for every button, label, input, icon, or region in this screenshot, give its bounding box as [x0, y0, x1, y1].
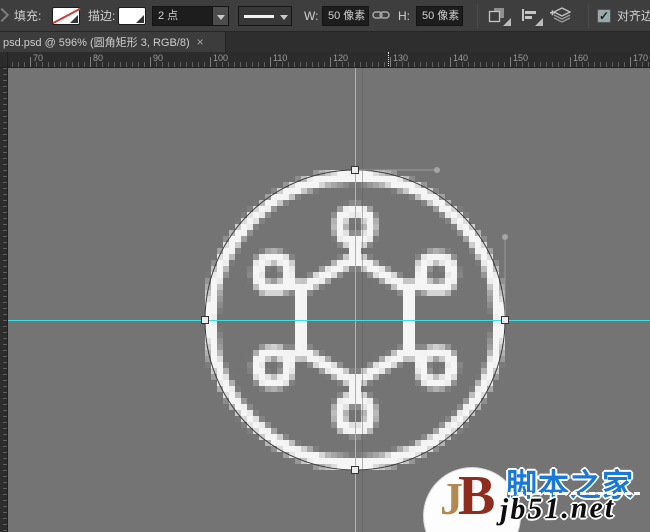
shape-width-input[interactable]: 50 像素: [322, 6, 369, 26]
horizontal-guide[interactable]: [8, 320, 650, 321]
ruler-number: 110: [273, 53, 288, 63]
chevron-down-icon: [136, 15, 144, 23]
ruler-major-tick: [210, 57, 211, 67]
stroke-swatch[interactable]: [118, 7, 146, 25]
chevron-down-icon: [217, 15, 225, 20]
logo-letter-b: B: [458, 465, 496, 527]
document-tab-title: psd.psd @ 596% (圆角矩形 3, RGB/8): [3, 37, 190, 49]
ruler-number: 80: [93, 53, 104, 63]
close-icon[interactable]: ×: [197, 32, 204, 52]
ruler-minor-ticks: [8, 62, 650, 67]
ruler-number: 140: [453, 53, 469, 63]
pixel-grid-line: [362, 68, 363, 532]
ruler-major-tick: [390, 57, 391, 67]
toolbar-separator: [477, 4, 478, 28]
path-arrangement-icon: [550, 7, 572, 23]
stroke-width-dropdown-button[interactable]: [212, 6, 229, 26]
horizontal-ruler[interactable]: 70 80 90 100 110 120 130 140 150 160 170: [8, 52, 650, 68]
ruler-major-tick: [270, 57, 271, 67]
ruler-number: 90: [153, 53, 164, 63]
ruler-number: 170: [633, 53, 649, 63]
ruler-major-tick: [450, 57, 451, 67]
document-canvas[interactable]: J B Script 脚本之家 jb51.net: [8, 68, 650, 532]
ruler-major-tick: [150, 57, 151, 67]
ruler-major-tick: [30, 57, 31, 67]
ruler-number: 100: [213, 53, 229, 63]
chevron-down-icon: [503, 18, 511, 26]
ruler-major-tick: [630, 57, 631, 67]
solid-line-icon: [244, 15, 274, 18]
toolbar-separator: [588, 4, 589, 28]
options-toolbar: 填充: 描边: 2 点 W: 50 像素 H: 50 像素 ✓ 对齐边: [0, 0, 650, 32]
ruler-number: 160: [573, 53, 589, 63]
width-label: W:: [304, 9, 319, 23]
tool-preset-partial-icon: [0, 7, 10, 23]
link-icon: [372, 11, 390, 19]
ruler-number: 130: [393, 53, 409, 63]
height-label: H:: [398, 9, 410, 23]
fill-swatch[interactable]: [52, 7, 81, 25]
align-edges-label: 对齐边缘: [617, 9, 650, 23]
chevron-down-icon: [70, 15, 78, 23]
ruler-major-tick: [90, 57, 91, 67]
ruler-cursor-indicator: [388, 52, 389, 67]
path-arrangement-button[interactable]: [548, 5, 576, 27]
shape-height-input[interactable]: 50 像素: [416, 6, 463, 26]
fill-label: 填充:: [14, 9, 42, 23]
path-operations-button[interactable]: [486, 5, 512, 27]
vertical-ruler[interactable]: [0, 68, 8, 532]
ruler-corner: [0, 52, 8, 68]
ruler-number: 70: [33, 53, 44, 63]
stroke-label: 描边:: [88, 9, 116, 23]
chevron-down-icon: [535, 18, 543, 26]
ruler-number: 120: [333, 53, 349, 63]
link-dimensions-button[interactable]: [370, 5, 392, 27]
stroke-width-input[interactable]: 2 点: [152, 6, 213, 26]
align-edges-checkbox[interactable]: ✓: [597, 9, 611, 23]
ruler-major-tick: [330, 57, 331, 67]
vertical-guide[interactable]: [355, 68, 356, 532]
path-alignment-button[interactable]: [518, 5, 544, 27]
ruler-number: 150: [513, 53, 529, 63]
watermark-site-url: jb51.net: [499, 490, 616, 527]
chevron-down-icon: [280, 15, 288, 20]
ruler-major-tick: [570, 57, 571, 67]
stroke-style-dropdown[interactable]: [238, 6, 292, 26]
document-tab-bar: psd.psd @ 596% (圆角矩形 3, RGB/8) ×: [0, 32, 650, 52]
document-tab[interactable]: psd.psd @ 596% (圆角矩形 3, RGB/8) ×: [0, 32, 226, 52]
ruler-minor-ticks: [3, 68, 7, 532]
ruler-major-tick: [510, 57, 511, 67]
